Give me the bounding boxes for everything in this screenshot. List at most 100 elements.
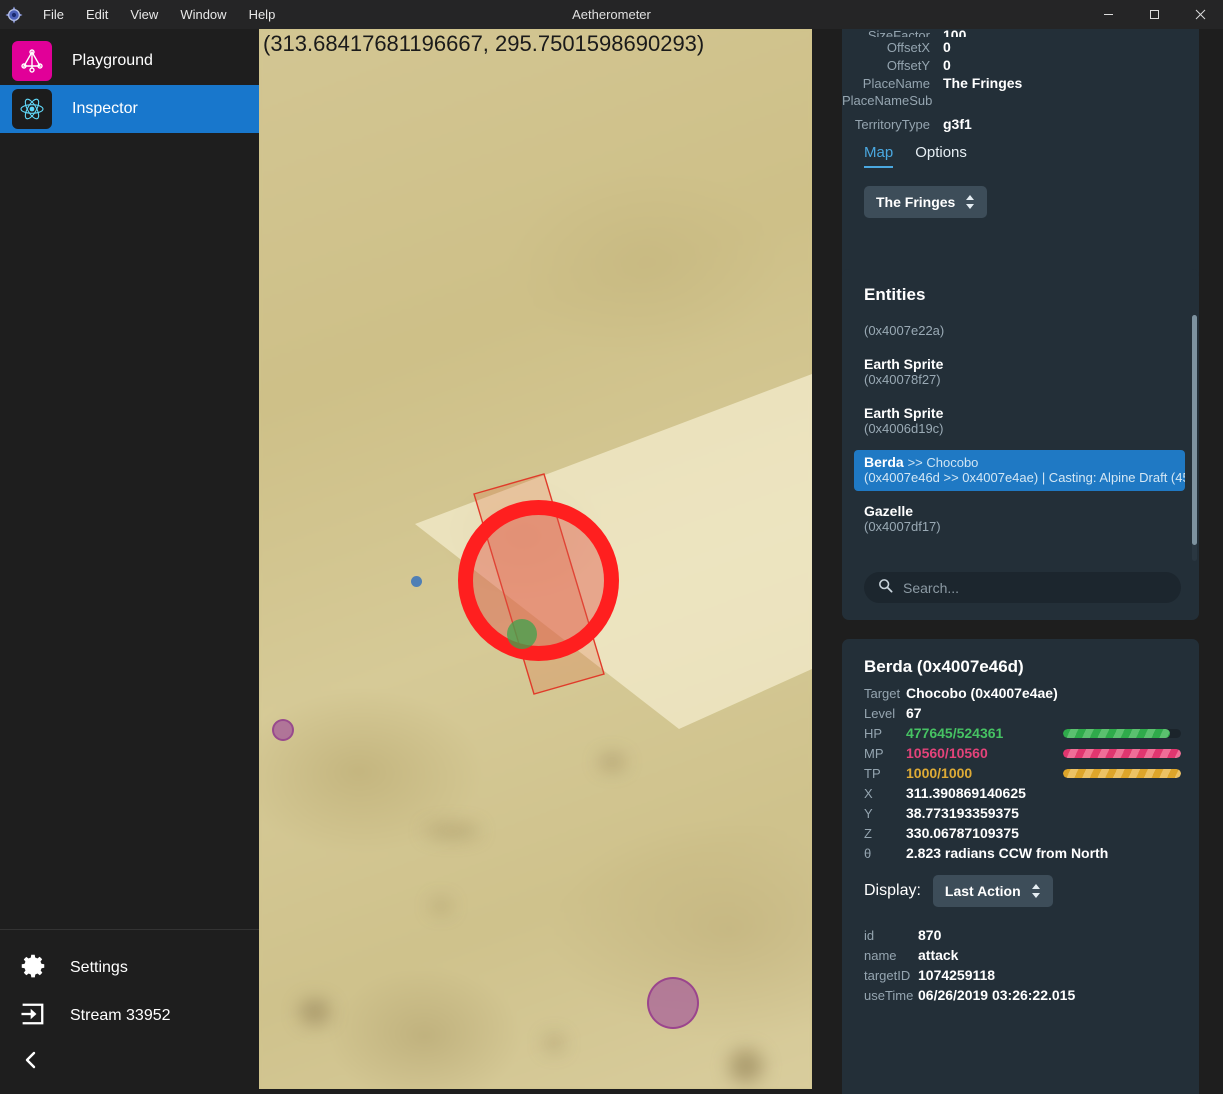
detail-key: MP: [864, 745, 884, 761]
action-key: useTime: [864, 987, 914, 1003]
entities-list[interactable]: (0x4007e22a) Earth Sprite (0x40078f27) E…: [854, 313, 1185, 563]
display-select-value: Last Action: [944, 883, 1021, 899]
minimize-button[interactable]: [1085, 0, 1131, 29]
menu-item-help[interactable]: Help: [238, 3, 287, 26]
sidebar-collapse-button[interactable]: [0, 1040, 259, 1084]
map-tabs: Map Options: [842, 144, 1199, 168]
detail-row-x: X 311.390869140625: [864, 785, 1181, 801]
mp-bar-fill: [1063, 748, 1181, 758]
detail-key: Level: [864, 705, 896, 721]
hp-bar-fill: [1063, 728, 1171, 738]
map-field-value: 0: [943, 39, 951, 55]
list-item[interactable]: Gazelle (0x4007df17): [854, 499, 1185, 540]
entities-card: Entities (0x4007e22a) Earth Sprite (0x40…: [842, 269, 1199, 620]
detail-key: Y: [864, 805, 873, 821]
sidebar-main-items: Playground Inspector: [0, 29, 259, 929]
map-field-row: OffsetY 0: [842, 57, 1185, 73]
entity-id: (0x4007e46d >> 0x4007e4ae) | Casting: Al…: [864, 470, 1185, 485]
map-field-key: OffsetX: [886, 40, 930, 55]
map-field-value: g3f1: [943, 116, 972, 132]
sidebar-item-settings[interactable]: Settings: [0, 944, 259, 992]
sidebar-item-stream[interactable]: Stream 33952: [0, 992, 259, 1040]
menu-item-file[interactable]: File: [32, 3, 75, 26]
detail-value: 311.390869140625: [906, 785, 1026, 801]
list-item-selected[interactable]: Berda >> Chocobo (0x4007e46d >> 0x4007e4…: [854, 450, 1185, 491]
entities-scrollbar-thumb[interactable]: [1192, 315, 1197, 545]
title-bar: File Edit View Window Help Aetherometer: [0, 0, 1223, 29]
map-field-key: TerritoryType: [854, 117, 930, 132]
map-viewport[interactable]: (313.68417681196667, 295.7501598690293): [259, 29, 812, 1089]
entities-title: Entities: [864, 285, 926, 304]
sidebar-item-label-playground: Playground: [72, 52, 153, 69]
search-input[interactable]: [903, 579, 1167, 596]
close-button[interactable]: [1177, 0, 1223, 29]
app-icon: [0, 0, 28, 29]
detail-key: HP: [864, 725, 883, 741]
sidebar-item-label-inspector: Inspector: [72, 100, 138, 117]
detail-row-hp: HP 477645/524361: [864, 725, 1181, 741]
detail-key: Target: [864, 685, 901, 701]
detail-row-tp: TP 1000/1000: [864, 765, 1181, 781]
action-key: targetID: [864, 967, 911, 983]
action-value: attack: [918, 947, 959, 963]
action-row-id: id 870: [864, 927, 1181, 943]
map-field-row: PlaceName The Fringes: [842, 75, 1185, 91]
detail-row-y: Y 38.773193359375: [864, 805, 1181, 821]
stepper-icon: [965, 194, 975, 210]
hp-bar: [1063, 728, 1181, 738]
gear-icon: [18, 951, 48, 986]
menu-item-window[interactable]: Window: [169, 3, 237, 26]
detail-row-z: Z 330.06787109375: [864, 825, 1181, 841]
menu-item-view[interactable]: View: [119, 3, 169, 26]
entity-id: (0x4007df17): [864, 519, 941, 534]
detail-key: X: [864, 785, 873, 801]
detail-key: θ: [864, 845, 872, 861]
mp-value: 10560/10560: [906, 745, 988, 761]
entity-dot-1: [272, 719, 294, 741]
entity-name: Gazelle: [864, 503, 914, 519]
entity-id: (0x4006d19c): [864, 421, 944, 436]
list-item[interactable]: (0x4007e22a): [854, 313, 1185, 344]
tp-bar-fill: [1063, 768, 1181, 778]
map-field-row: TerritoryType g3f1: [842, 116, 1185, 132]
sidebar: Playground Inspector Settings Stream 339…: [0, 29, 259, 1094]
menu-item-edit[interactable]: Edit: [75, 3, 119, 26]
map-coordinate-label: (313.68417681196667, 295.7501598690293): [263, 31, 705, 56]
list-item[interactable]: Earth Sprite (0x4006d19c): [854, 401, 1185, 442]
entity-name: Earth Sprite: [864, 405, 944, 421]
detail-value: 330.06787109375: [906, 825, 1019, 841]
action-row-targetid: targetID 1074259118: [864, 967, 1181, 983]
map-field-key: SizeFactor: [867, 29, 930, 37]
entity-name-text: Berda: [864, 454, 904, 470]
search-icon: [878, 578, 893, 598]
action-value: 06/26/2019 03:26:22.015: [918, 987, 1076, 1003]
window-controls: [1085, 0, 1223, 29]
hp-value: 477645/524361: [906, 725, 1004, 741]
entity-name: Earth Sprite: [864, 356, 944, 372]
action-key: id: [864, 927, 875, 943]
list-item[interactable]: Earth Sprite (0x40078f27): [854, 352, 1185, 393]
map-field-key: PlaceName: [862, 76, 930, 91]
map-select-button[interactable]: The Fringes: [864, 186, 988, 218]
action-value: 870: [918, 927, 942, 943]
aoe-ring: [458, 500, 619, 661]
search-box[interactable]: [864, 572, 1181, 603]
stepper-icon: [1031, 883, 1041, 899]
react-icon: [12, 89, 52, 129]
detail-row-target: Target Chocobo (0x4007e4ae): [864, 685, 1181, 701]
sidebar-item-inspector[interactable]: Inspector: [0, 85, 259, 133]
map-field-value: The Fringes: [943, 75, 1023, 91]
action-row-usetime: useTime 06/26/2019 03:26:22.015: [864, 987, 1181, 1003]
entity-dot-2: [647, 977, 699, 1029]
entities-scrollbar-track[interactable]: [1192, 315, 1197, 561]
chevron-left-icon: [20, 1049, 42, 1076]
map-field-row: SizeFactor 100: [842, 29, 1185, 37]
tab-map[interactable]: Map: [864, 144, 894, 168]
display-select-button[interactable]: Last Action: [932, 875, 1053, 907]
sidebar-item-playground[interactable]: Playground: [0, 37, 259, 85]
maximize-button[interactable]: [1131, 0, 1177, 29]
detail-value: 67: [906, 705, 922, 721]
map-field-value: 100: [943, 29, 967, 37]
tab-options[interactable]: Options: [915, 144, 967, 168]
detail-title: Berda (0x4007e46d): [864, 657, 1024, 676]
